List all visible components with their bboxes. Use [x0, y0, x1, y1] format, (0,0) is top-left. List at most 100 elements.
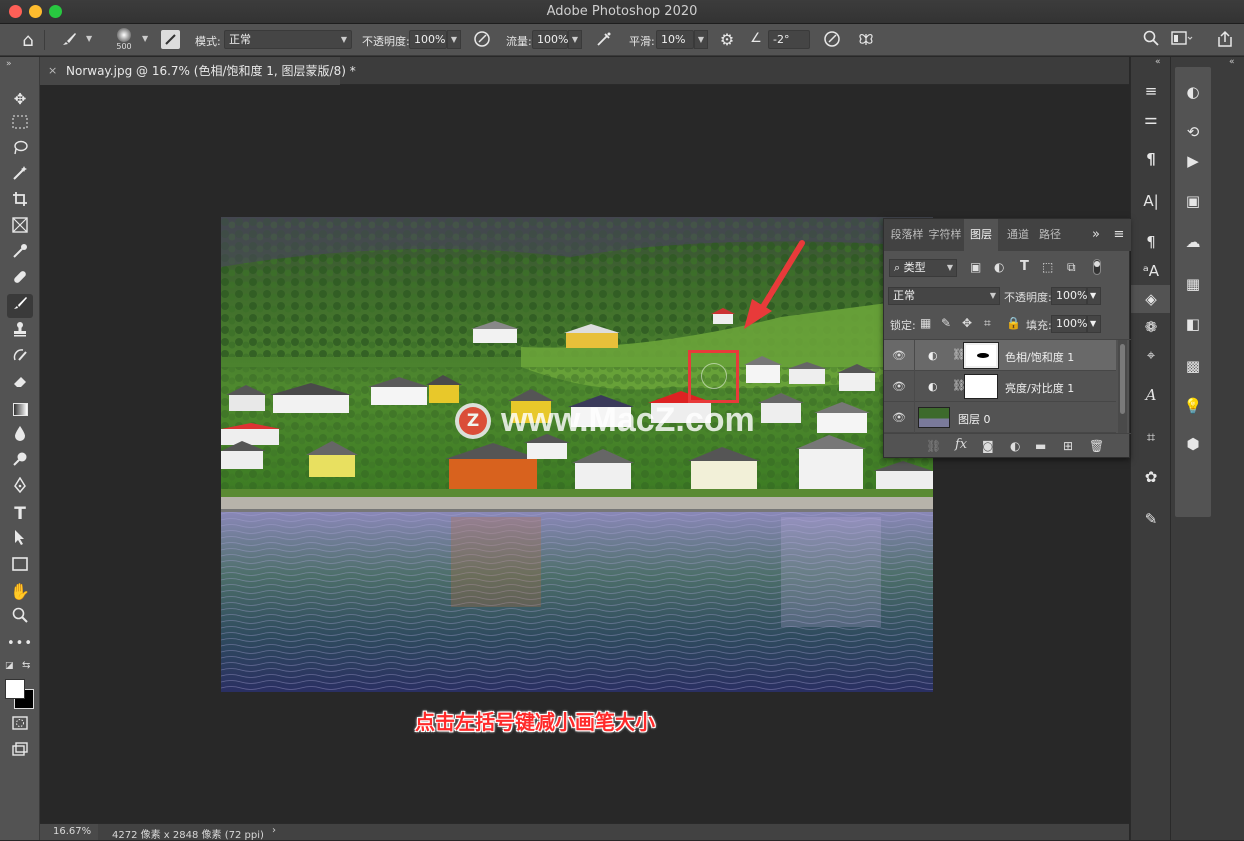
rectangle-tool-icon[interactable] — [7, 554, 33, 578]
document-tab[interactable]: × Norway.jpg @ 16.7% (色相/饱和度 1, 图层蒙版/8) … — [40, 57, 356, 85]
layers-panel-icon[interactable]: ◈ — [1131, 285, 1171, 313]
gear-icon[interactable]: ⚙ — [717, 30, 737, 49]
search-icon[interactable] — [1140, 30, 1162, 50]
workspace-icon[interactable] — [1170, 30, 1194, 50]
filter-pixel-icon[interactable]: ▣ — [970, 260, 981, 274]
actions-panel-icon[interactable]: ▶ — [1175, 146, 1211, 176]
brush-settings-panel-icon[interactable]: ⚌ — [1131, 105, 1171, 133]
tab-character-styles[interactable]: 字符样 — [928, 219, 962, 251]
brush-settings-icon[interactable] — [161, 30, 180, 49]
lock-pixels-icon[interactable]: ✎ — [941, 316, 951, 330]
layer-mask-thumbnail[interactable] — [963, 342, 999, 369]
layers-scrollbar[interactable] — [1118, 340, 1127, 433]
brush-preset-icon[interactable] — [58, 30, 80, 52]
brush-size-preview[interactable]: 500 — [112, 27, 136, 51]
layer-row[interactable]: 👁 ◐ ⛓ 色相/饱和度 1 — [884, 340, 1116, 371]
path-selection-tool-icon[interactable] — [7, 528, 33, 552]
opacity-field[interactable]: 100% — [409, 30, 447, 49]
brush-presets-panel-icon[interactable]: ≡ — [1131, 77, 1171, 105]
share-icon[interactable] — [1214, 30, 1236, 52]
layer-filter-select[interactable]: ⌕ 类型 ▼ — [889, 259, 957, 277]
angle-field[interactable]: -2° — [768, 30, 810, 49]
layer-mask-thumbnail[interactable] — [964, 374, 998, 399]
scrollbar-thumb[interactable] — [1120, 344, 1125, 414]
lock-all-icon[interactable]: 🔒 — [1006, 316, 1021, 330]
plugins-panel-icon[interactable]: ✿ — [1131, 463, 1171, 491]
collapse-dock-icon[interactable]: « — [1229, 57, 1235, 67]
fill-dropdown[interactable]: ▼ — [1087, 315, 1101, 333]
close-tab-icon[interactable]: × — [48, 57, 57, 85]
fx-icon[interactable]: fx — [955, 437, 967, 452]
healing-brush-tool-icon[interactable] — [7, 268, 33, 292]
lock-artboard-icon[interactable]: ⌗ — [984, 316, 991, 331]
tab-paths[interactable]: 路径 — [1034, 219, 1066, 251]
zoom-tool-icon[interactable] — [7, 606, 33, 630]
symmetry-butterfly-icon[interactable] — [856, 30, 876, 52]
filter-adjustment-icon[interactable]: ◐ — [994, 260, 1004, 274]
document-image[interactable]: Z www.MacZ.com — [221, 217, 933, 692]
blur-tool-icon[interactable] — [7, 424, 33, 448]
visibility-eye-icon[interactable]: 👁 — [892, 349, 906, 362]
visibility-eye-icon[interactable]: 👁 — [892, 411, 906, 424]
patterns-panel-icon[interactable]: ▩ — [1175, 351, 1211, 381]
screen-mode-icon[interactable] — [7, 739, 33, 763]
paragraph-panel-icon[interactable]: ¶ — [1131, 145, 1171, 173]
new-layer-icon[interactable]: ⊞ — [1063, 439, 1073, 453]
filter-smart-object-icon[interactable]: ⧉ — [1067, 260, 1076, 275]
collapse-panel-icon[interactable]: » — [6, 59, 12, 69]
character-panel-icon[interactable]: A| — [1131, 187, 1171, 215]
magic-wand-tool-icon[interactable] — [7, 164, 33, 188]
flow-field[interactable]: 100% — [532, 30, 568, 49]
brush-tool-icon[interactable] — [7, 294, 33, 318]
lasso-tool-icon[interactable] — [7, 138, 33, 162]
clone-stamp-tool-icon[interactable] — [7, 320, 33, 344]
dodge-tool-icon[interactable] — [7, 450, 33, 474]
frame-tool-icon[interactable] — [7, 216, 33, 240]
gradient-tool-icon[interactable] — [7, 398, 33, 422]
marquee-tool-icon[interactable] — [7, 112, 33, 136]
3d-panel-icon[interactable]: ⬢ — [1175, 429, 1211, 459]
eraser-tool-icon[interactable] — [7, 372, 33, 396]
zoom-level-field[interactable]: 16.67% — [40, 824, 98, 840]
home-icon[interactable]: ⌂ — [16, 30, 40, 51]
filter-toggle[interactable] — [1093, 259, 1101, 275]
layer-opacity-field[interactable]: 100% — [1051, 287, 1087, 305]
filter-type-icon[interactable]: T — [1020, 259, 1029, 274]
status-menu-chevron-icon[interactable]: › — [272, 825, 276, 836]
collapse-dock-icon[interactable]: « — [1155, 57, 1161, 67]
crop-panel-icon[interactable]: ⌗ — [1131, 423, 1171, 451]
libraries-panel-icon[interactable]: ▣ — [1175, 186, 1211, 216]
history-brush-tool-icon[interactable] — [7, 346, 33, 370]
paths-panel-icon[interactable]: ⌖ — [1131, 341, 1171, 369]
smoothing-field[interactable]: 10% — [656, 30, 694, 49]
gradients-panel-icon[interactable]: ◧ — [1175, 309, 1211, 339]
pen-tool-icon[interactable] — [7, 476, 33, 500]
layer-thumbnail[interactable] — [918, 407, 950, 428]
hand-tool-icon[interactable]: ✋ — [7, 580, 33, 604]
tab-paragraph-styles[interactable]: 段落样 — [890, 219, 924, 251]
filter-shape-icon[interactable]: ⬚ — [1042, 260, 1053, 274]
more-tools-icon[interactable]: ••• — [7, 632, 33, 656]
new-group-folder-icon[interactable]: ▬ — [1035, 439, 1046, 453]
layer-opacity-dropdown[interactable]: ▼ — [1087, 287, 1101, 305]
delete-layer-trash-icon[interactable]: 🗑 — [1089, 439, 1104, 453]
adjustments-panel-icon[interactable]: ◐ — [1175, 77, 1211, 107]
smoothing-dropdown[interactable]: ▼ — [694, 30, 708, 49]
blend-mode-select[interactable]: 正常 ▼ — [888, 287, 1000, 305]
swatches-panel-icon[interactable]: ▦ — [1175, 269, 1211, 299]
glyphs-panel-icon[interactable]: A — [1131, 381, 1171, 409]
new-adjustment-icon[interactable]: ◐ — [1010, 439, 1020, 453]
lock-transparent-icon[interactable]: ▦ — [920, 316, 931, 330]
pressure-opacity-icon[interactable] — [472, 30, 492, 52]
chevron-down-icon[interactable]: ▼ — [142, 34, 148, 43]
mode-select[interactable]: 正常 ▼ — [224, 30, 352, 49]
channels-panel-icon[interactable]: ❁ — [1131, 313, 1171, 341]
layer-row[interactable]: 👁 ◐ ⛓ 亮度/对比度 1 — [884, 371, 1116, 402]
tab-channels[interactable]: 通道 — [1002, 219, 1034, 251]
expand-tabs-icon[interactable]: » — [1088, 219, 1104, 251]
opacity-dropdown[interactable]: ▼ — [447, 30, 461, 49]
flow-dropdown[interactable]: ▼ — [568, 30, 582, 49]
link-layers-icon[interactable]: ⛓ — [926, 439, 941, 453]
history-panel-icon[interactable]: ⟲ — [1175, 117, 1211, 147]
move-tool-icon[interactable]: ✥ — [7, 87, 33, 111]
